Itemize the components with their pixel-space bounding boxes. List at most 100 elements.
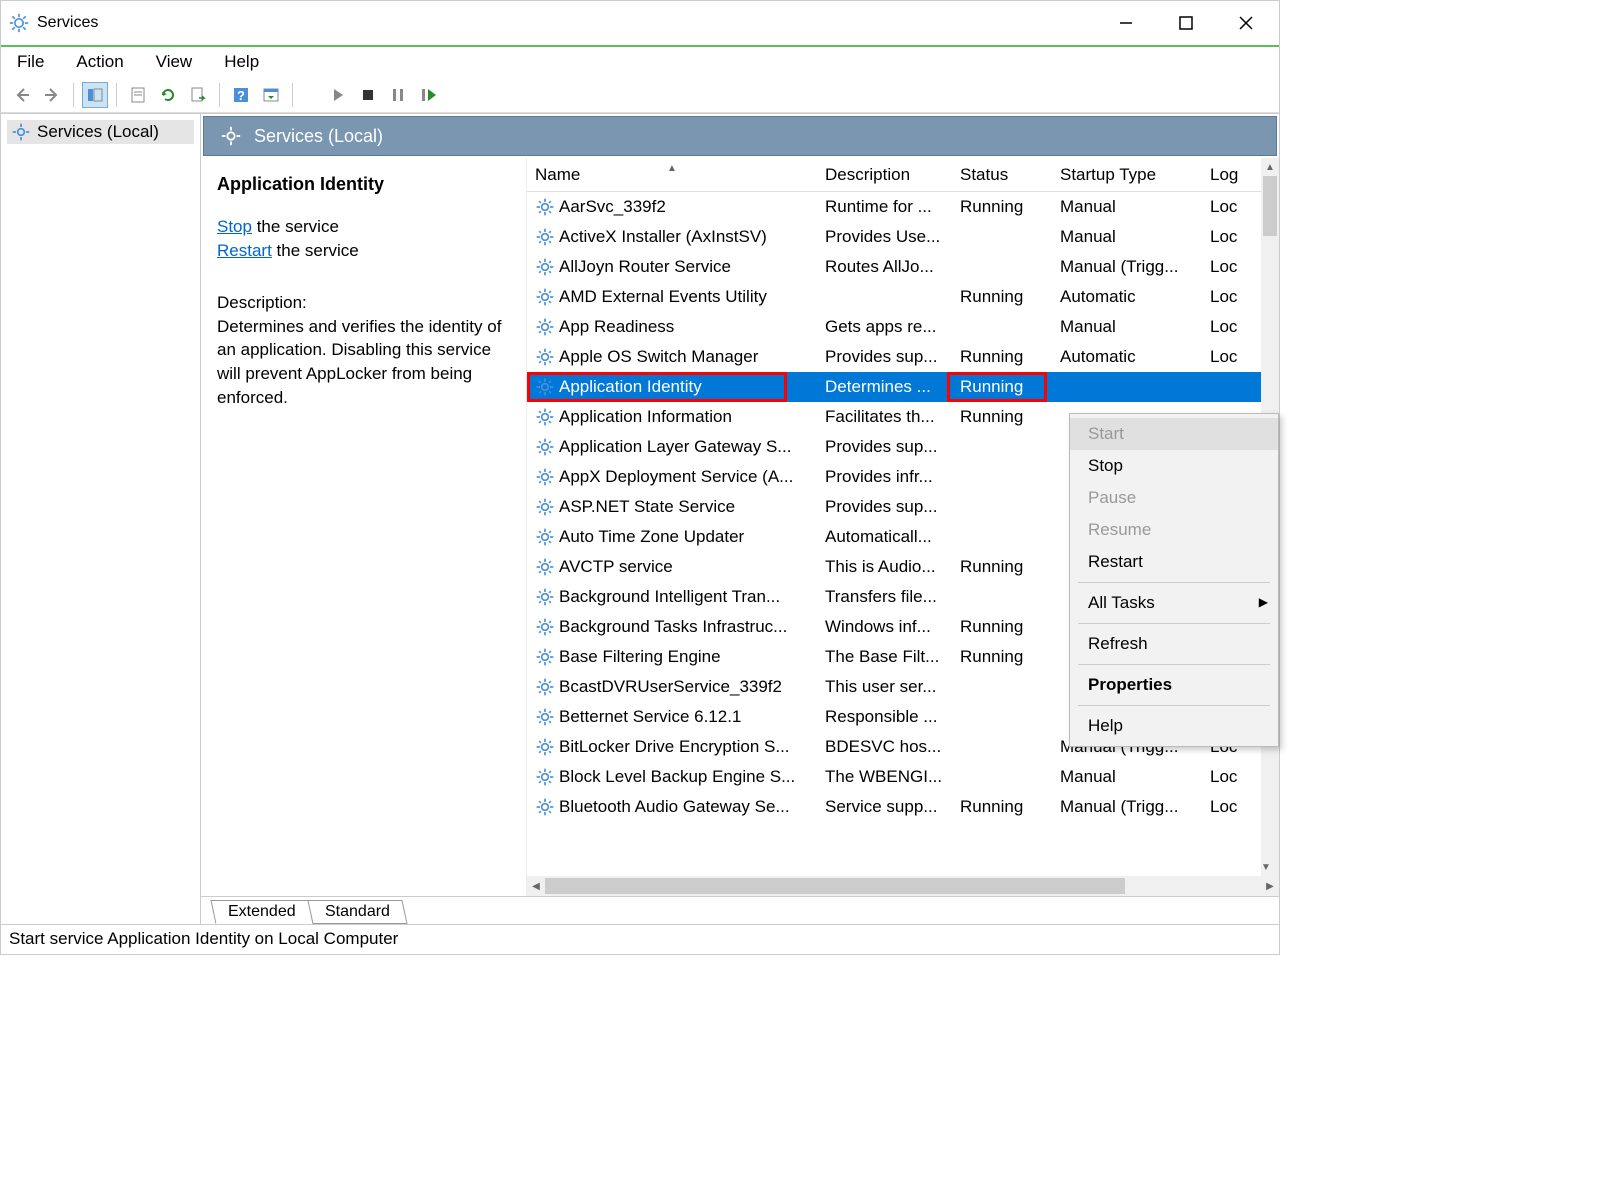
start-service-button[interactable]	[325, 82, 351, 108]
service-startup-cell: Manual	[1052, 227, 1202, 247]
service-desc-cell: Service supp...	[817, 797, 952, 817]
service-row[interactable]: AarSvc_339f2Runtime for ...RunningManual…	[527, 192, 1279, 222]
tab-standard[interactable]: Standard	[307, 900, 407, 924]
service-row[interactable]: AMD External Events UtilityRunningAutoma…	[527, 282, 1279, 312]
stop-service-button[interactable]	[355, 82, 381, 108]
menu-item-start[interactable]: Start	[1070, 418, 1278, 450]
service-logon-cell: Loc	[1202, 257, 1252, 277]
close-button[interactable]	[1231, 8, 1261, 38]
gear-icon	[535, 737, 555, 757]
gear-icon	[535, 257, 555, 277]
service-name-cell: Application Identity	[527, 377, 817, 397]
service-startup-cell: Manual	[1052, 197, 1202, 217]
gear-icon	[535, 647, 555, 667]
service-startup-cell: Manual (Trigg...	[1052, 257, 1202, 277]
titlebar: Services	[1, 1, 1279, 45]
restart-service-button[interactable]	[415, 82, 441, 108]
column-description[interactable]: Description	[817, 165, 952, 185]
gear-icon	[535, 347, 555, 367]
scroll-down-button[interactable]: ▼	[1261, 858, 1271, 876]
service-desc-cell: This user ser...	[817, 677, 952, 697]
service-logon-cell: Loc	[1202, 797, 1252, 817]
properties-button[interactable]	[125, 82, 151, 108]
gear-icon	[535, 707, 555, 727]
service-desc-cell: Provides sup...	[817, 437, 952, 457]
scroll-right-button[interactable]: ▶	[1261, 881, 1279, 892]
service-name-cell: BcastDVRUserService_339f2	[527, 677, 817, 697]
back-button[interactable]	[9, 82, 35, 108]
tab-extended[interactable]: Extended	[210, 900, 313, 924]
service-name-cell: Base Filtering Engine	[527, 647, 817, 667]
menu-item-resume[interactable]: Resume	[1070, 514, 1278, 546]
menu-item-pause[interactable]: Pause	[1070, 482, 1278, 514]
menu-item-stop[interactable]: Stop	[1070, 450, 1278, 482]
services-icon	[9, 13, 29, 33]
menubar: File Action View Help	[1, 45, 1279, 77]
refresh-button[interactable]	[155, 82, 181, 108]
service-row[interactable]: Apple OS Switch ManagerProvides sup...Ru…	[527, 342, 1279, 372]
service-logon-cell: Loc	[1202, 767, 1252, 787]
menu-view[interactable]: View	[152, 48, 197, 76]
menu-separator	[1078, 623, 1270, 624]
hscroll-thumb[interactable]	[545, 878, 1125, 894]
pause-service-button[interactable]	[385, 82, 411, 108]
menu-action[interactable]: Action	[72, 48, 127, 76]
service-name-cell: ASP.NET State Service	[527, 497, 817, 517]
service-desc-cell: Transfers file...	[817, 587, 952, 607]
menu-item-restart[interactable]: Restart	[1070, 546, 1278, 578]
menu-file[interactable]: File	[13, 48, 48, 76]
gear-icon	[535, 497, 555, 517]
gear-icon	[535, 317, 555, 337]
show-hide-tree-button[interactable]	[82, 82, 108, 108]
service-name-cell: AarSvc_339f2	[527, 197, 817, 217]
maximize-button[interactable]	[1171, 8, 1201, 38]
service-name-cell: ActiveX Installer (AxInstSV)	[527, 227, 817, 247]
tree-item-services-local[interactable]: Services (Local)	[7, 120, 194, 144]
menu-item-properties[interactable]: Properties	[1070, 669, 1278, 701]
stop-service-link[interactable]: Stop	[217, 217, 252, 236]
menu-help[interactable]: Help	[220, 48, 263, 76]
gear-icon	[535, 227, 555, 247]
scroll-left-button[interactable]: ◀	[527, 881, 545, 892]
column-log-on-as[interactable]: Log	[1202, 165, 1252, 185]
service-name-cell: AppX Deployment Service (A...	[527, 467, 817, 487]
scroll-thumb[interactable]	[1263, 176, 1277, 236]
horizontal-scrollbar[interactable]: ◀ ▶	[527, 876, 1279, 896]
service-row[interactable]: ActiveX Installer (AxInstSV)Provides Use…	[527, 222, 1279, 252]
show-hide-action-pane-button[interactable]	[258, 82, 284, 108]
scroll-up-button[interactable]: ▲	[1261, 158, 1279, 176]
restart-service-link[interactable]: Restart	[217, 241, 272, 260]
service-desc-cell: Provides Use...	[817, 227, 952, 247]
menu-item-help[interactable]: Help	[1070, 710, 1278, 742]
service-row[interactable]: Block Level Backup Engine S...The WBENGI…	[527, 762, 1279, 792]
column-startup-type[interactable]: Startup Type	[1052, 165, 1202, 185]
export-list-button[interactable]	[185, 82, 211, 108]
service-logon-cell: Loc	[1202, 287, 1252, 307]
service-name-cell: Background Intelligent Tran...	[527, 587, 817, 607]
service-name-cell: Background Tasks Infrastruc...	[527, 617, 817, 637]
content-header: Services (Local)	[203, 116, 1277, 156]
service-row[interactable]: App ReadinessGets apps re...ManualLoc	[527, 312, 1279, 342]
service-name-cell: Betternet Service 6.12.1	[527, 707, 817, 727]
service-name-cell: AllJoyn Router Service	[527, 257, 817, 277]
column-name[interactable]: Name▲	[527, 165, 817, 185]
stop-service-line: Stop the service	[217, 215, 516, 239]
service-row[interactable]: AllJoyn Router ServiceRoutes AllJo...Man…	[527, 252, 1279, 282]
help-button[interactable]: ?	[228, 82, 254, 108]
column-status[interactable]: Status	[952, 165, 1052, 185]
service-desc-cell: Automaticall...	[817, 527, 952, 547]
service-row[interactable]: Bluetooth Audio Gateway Se...Service sup…	[527, 792, 1279, 822]
forward-button[interactable]	[39, 82, 65, 108]
service-row[interactable]: Application IdentityDetermines ...Runnin…	[527, 372, 1279, 402]
gear-icon	[11, 122, 31, 142]
minimize-button[interactable]	[1111, 8, 1141, 38]
gear-icon	[535, 527, 555, 547]
service-name-cell: App Readiness	[527, 317, 817, 337]
window-controls	[1111, 8, 1261, 38]
menu-item-all-tasks[interactable]: All Tasks▶	[1070, 587, 1278, 619]
menu-separator	[1078, 705, 1270, 706]
menu-item-refresh[interactable]: Refresh	[1070, 628, 1278, 660]
service-status-cell: Running	[952, 377, 1052, 397]
description-label: Description:	[217, 291, 516, 315]
gear-icon	[535, 677, 555, 697]
